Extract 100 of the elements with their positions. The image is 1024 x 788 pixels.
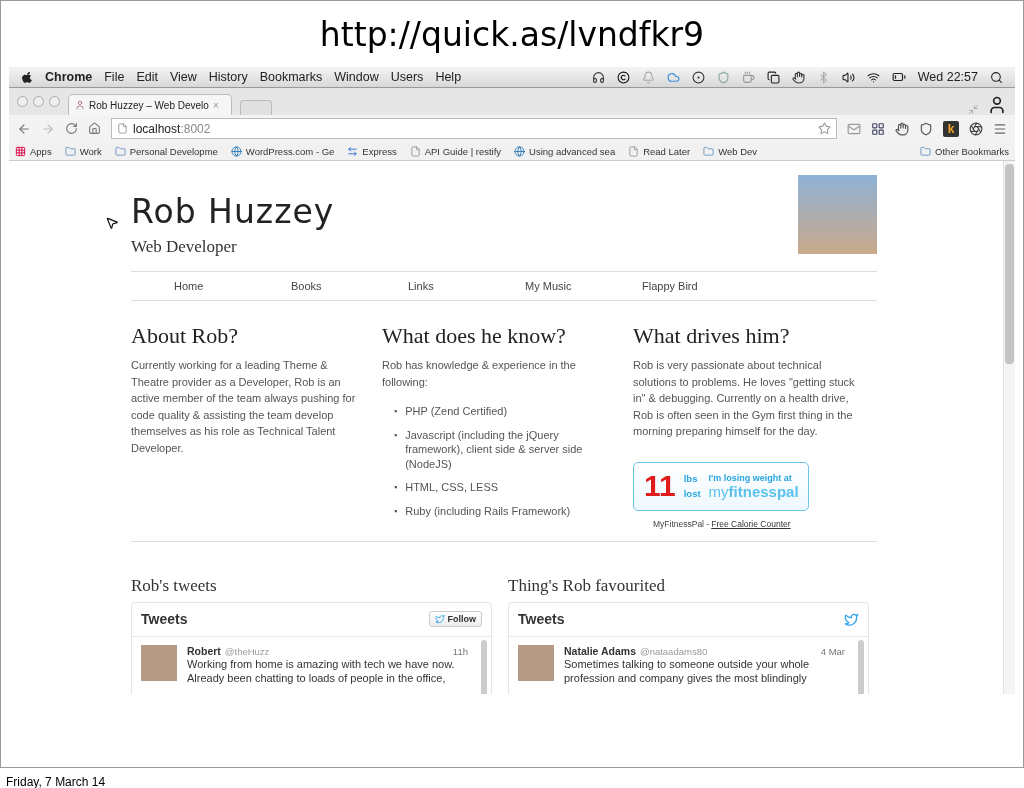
user-avatar-icon[interactable] — [987, 95, 1007, 115]
back-icon[interactable] — [17, 121, 31, 136]
nav-link[interactable]: My Music — [525, 280, 642, 292]
menu-item[interactable]: Help — [435, 70, 462, 84]
reload-icon[interactable] — [65, 122, 78, 135]
cloud-icon[interactable] — [666, 70, 680, 84]
squares-icon[interactable] — [871, 121, 885, 136]
search-icon[interactable] — [990, 70, 1003, 84]
site-name: Rob Huzzey — [131, 192, 335, 231]
tweet-author: Robert — [187, 644, 221, 657]
list-item: Ruby (including Rails Framework) — [405, 503, 572, 518]
bell-icon[interactable] — [641, 70, 655, 84]
bookmark[interactable]: Read Later — [628, 145, 691, 157]
calorie-link[interactable]: Free Calorie Counter — [711, 518, 791, 529]
aperture-icon[interactable] — [969, 121, 983, 136]
paragraph: Rob has knowledge & experience in the following: — [382, 358, 577, 390]
scrollbar-track[interactable] — [1003, 161, 1015, 694]
windows-icon[interactable] — [766, 70, 780, 84]
menu-item[interactable]: File — [104, 70, 125, 84]
circle-icon[interactable] — [691, 70, 705, 84]
site-subtitle: Web Developer — [131, 237, 238, 257]
nav-link[interactable]: Home — [174, 280, 291, 292]
star-icon[interactable] — [818, 122, 831, 135]
menu-item[interactable]: View — [169, 70, 197, 84]
paragraph: Currently working for a leading Theme & Theatre provider as a Developer, Rob is an active member of the team always pushing for code quality & assisting the team develop themselves as his role as Technical Talent Developer. — [131, 358, 357, 456]
scrollbar — [481, 639, 487, 694]
folder-icon — [114, 145, 126, 157]
bookmark[interactable]: Personal Developme — [114, 145, 218, 157]
wifi-icon[interactable] — [866, 70, 880, 84]
bullet: ▪ — [394, 481, 398, 494]
follow-button[interactable]: Follow — [428, 611, 482, 627]
headphones-icon[interactable] — [591, 70, 605, 84]
tweet-text: Working from home is amazing with tech we have now. Already been chatting to loads of people in the office, — [187, 656, 456, 685]
arrows-icon — [347, 145, 359, 157]
scrollbar — [858, 639, 864, 694]
home-icon[interactable] — [88, 122, 101, 135]
section-heading: About Rob? — [131, 323, 239, 349]
bullet: ▪ — [394, 504, 398, 518]
page-icon — [628, 145, 640, 157]
tweet-handle: @nataadams80 — [640, 645, 708, 657]
card-title: Tweets — [141, 611, 188, 627]
envelope-icon[interactable] — [847, 121, 861, 136]
tweet-time: 11h — [452, 645, 468, 657]
tweet-handle: @theHuzz — [224, 645, 270, 657]
hand-icon[interactable] — [791, 70, 805, 84]
apple-logo-icon[interactable] — [21, 70, 33, 84]
bookmark[interactable]: Express — [347, 145, 397, 157]
nav-link[interactable]: Flappy Bird — [642, 280, 759, 292]
address-bar[interactable]: localhost:8002 — [111, 118, 837, 139]
shield-icon[interactable] — [919, 121, 933, 136]
tweet-text: Sometimes talking to someone outside your whole profession and company gives the most blindingly — [564, 656, 811, 685]
bookmark[interactable]: WordPress.com - Ge — [230, 145, 335, 157]
copyright-icon[interactable] — [616, 70, 630, 84]
extension-button[interactable]: k — [943, 120, 959, 137]
scrollbar-thumb[interactable] — [1005, 164, 1014, 364]
bookmark[interactable]: Work — [64, 145, 102, 157]
bird-icon — [844, 611, 859, 627]
cup-icon[interactable] — [741, 70, 755, 84]
folder-icon — [920, 145, 932, 157]
menu-icon[interactable] — [993, 121, 1007, 136]
page-icon — [409, 145, 421, 157]
section-heading: Thing's Rob favourited — [508, 575, 666, 596]
slide-title: http://quick.as/lvndfkr9 — [319, 13, 705, 56]
apps-grid-icon — [15, 145, 26, 157]
folder-icon — [64, 145, 76, 157]
card-title: Tweets — [518, 611, 565, 627]
slide-date: Friday, 7 March 14 — [5, 774, 107, 788]
menu-item[interactable]: Edit — [136, 70, 158, 84]
bookmark[interactable]: Using advanced sea — [514, 145, 616, 157]
cursor-icon — [105, 216, 119, 230]
section-heading: Rob's tweets — [131, 575, 218, 596]
list-item: Javascript (including the jQuery framework), client side & server side (NodeJS) — [405, 427, 584, 471]
avatar-placeholder — [141, 644, 177, 681]
menu-item[interactable]: History — [208, 70, 248, 84]
tweet-time: 4 Mar — [820, 645, 845, 657]
menu-item[interactable]: Bookmarks — [259, 70, 323, 84]
section-heading: What does he know? — [382, 323, 567, 349]
app-menu[interactable]: Chrome — [45, 70, 93, 84]
nav-link[interactable]: Links — [408, 280, 525, 292]
menu-item[interactable]: Users — [390, 70, 424, 84]
bird-icon — [434, 614, 445, 624]
nav-link[interactable]: Books — [291, 280, 408, 292]
bullet: ▪ — [394, 405, 398, 418]
bookmark[interactable]: Other Bookmarks — [920, 145, 1009, 157]
bookmark[interactable]: Apps — [15, 145, 52, 157]
globe-icon — [514, 145, 526, 157]
list-item: PHP (Zend Certified) — [405, 404, 509, 419]
paragraph: Rob is very passionate about technical solutions to problems. He loves "getting stuck in" & debugging. Currently on a health drive, Rob is often seen in the Gym first thing in the morning preparing himself for the day. — [633, 358, 856, 439]
bookmark[interactable]: Web Dev — [703, 145, 758, 157]
battery-icon[interactable] — [891, 70, 906, 84]
volume-icon[interactable] — [841, 70, 855, 84]
favicon-icon — [75, 100, 85, 110]
bullet: ▪ — [394, 428, 398, 442]
bookmark[interactable]: API Guide | restify — [409, 145, 502, 157]
menu-item[interactable]: Window — [334, 70, 379, 84]
hand-icon[interactable] — [895, 121, 909, 136]
caption: MyFitnessPal - — [653, 518, 710, 529]
list-item: HTML, CSS, LESS — [405, 480, 500, 495]
folder-icon — [703, 145, 715, 157]
browser-tab[interactable]: Rob Huzzey – Web Develo × — [68, 94, 232, 115]
